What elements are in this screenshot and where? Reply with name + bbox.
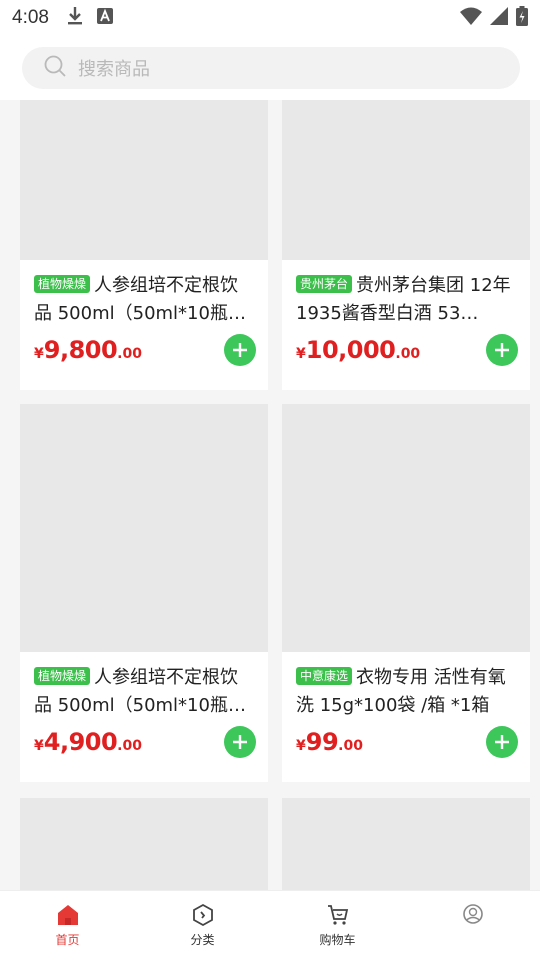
add-to-cart-button[interactable] <box>224 726 256 758</box>
product-tag: 贵州茅台 <box>296 275 353 293</box>
add-to-cart-button[interactable] <box>486 334 518 366</box>
app-screen: 4:08 搜索商品 植物燥燥 人参组培不定根饮品 500ml（50ml*10瓶…… <box>0 0 540 960</box>
nav-label-cart: 购物车 <box>319 933 356 947</box>
plus-icon <box>233 343 247 357</box>
product-price: ¥9,800.00 <box>34 336 142 364</box>
add-to-cart-button[interactable] <box>486 726 518 758</box>
category-icon <box>192 903 213 927</box>
a-notification-icon <box>96 8 113 28</box>
status-bar: 4:08 <box>0 0 540 36</box>
price-currency: ¥ <box>296 346 306 362</box>
plus-icon <box>233 735 247 749</box>
price-decimal: .00 <box>117 738 142 754</box>
search-bar: 搜索商品 <box>0 36 540 100</box>
product-title: 植物燥燥 人参组培不定根饮品 500ml（50ml*10瓶… <box>34 664 254 720</box>
signal-icon <box>490 7 508 29</box>
nav-item-category[interactable]: 分类 <box>135 891 270 960</box>
download-icon <box>67 6 83 30</box>
product-card[interactable]: 植物燥燥 人参组培不定根饮品 500ml（50ml*10瓶… ¥4,900.00 <box>20 404 268 782</box>
product-grid: 植物燥燥 人参组培不定根饮品 500ml（50ml*10瓶… ¥9,800.00 … <box>0 100 540 890</box>
search-placeholder: 搜索商品 <box>78 59 150 80</box>
plus-icon <box>495 343 509 357</box>
product-card[interactable]: 贵州茅台 贵州茅台集团 12年1935酱香型白酒 53… ¥10,000.00 <box>282 100 530 390</box>
add-to-cart-button[interactable] <box>224 334 256 366</box>
search-input[interactable]: 搜索商品 <box>22 47 520 89</box>
product-title: 中意康选 衣物专用 活性有氧洗 15g*100袋 /箱 *1箱 <box>296 664 516 720</box>
price-currency: ¥ <box>296 738 306 754</box>
nav-item-profile[interactable] <box>405 891 540 960</box>
product-price: ¥10,000.00 <box>296 336 420 364</box>
product-image[interactable] <box>282 100 530 260</box>
product-card[interactable]: 植物燥燥 人参组培不定根饮品 500ml（50ml*10瓶… ¥9,800.00 <box>20 100 268 390</box>
bottom-navigation: 首页 分类 购物车 <box>0 890 540 960</box>
price-integer: 10,000 <box>305 336 396 364</box>
profile-icon <box>462 904 483 924</box>
product-tag: 植物燥燥 <box>34 667 91 685</box>
nav-item-home[interactable]: 首页 <box>0 891 135 960</box>
product-card[interactable]: 中意康选 衣物专用 活性有氧洗 15g*100袋 /箱 *1箱 ¥99.00 <box>282 404 530 782</box>
price-decimal: .00 <box>395 346 421 362</box>
product-card[interactable] <box>282 798 530 890</box>
product-tag: 中意康选 <box>296 667 353 685</box>
product-tag: 植物燥燥 <box>34 275 91 293</box>
status-time: 4:08 <box>12 7 49 28</box>
home-icon <box>57 905 78 925</box>
nav-item-cart[interactable]: 购物车 <box>270 891 405 960</box>
price-decimal: .00 <box>338 738 363 754</box>
price-integer: 4,900 <box>43 728 118 756</box>
wifi-icon <box>460 7 482 29</box>
plus-icon <box>495 735 509 749</box>
nav-label-category: 分类 <box>190 933 215 947</box>
product-price: ¥4,900.00 <box>34 728 142 756</box>
battery-icon <box>516 6 528 30</box>
price-currency: ¥ <box>34 738 44 754</box>
product-card[interactable] <box>20 798 268 890</box>
product-image[interactable] <box>282 404 530 652</box>
product-title: 植物燥燥 人参组培不定根饮品 500ml（50ml*10瓶… <box>34 272 254 328</box>
product-image[interactable] <box>20 100 268 260</box>
price-decimal: .00 <box>117 346 142 362</box>
product-image[interactable] <box>20 798 268 890</box>
product-price: ¥99.00 <box>296 728 363 756</box>
product-image[interactable] <box>282 798 530 890</box>
nav-label-home: 首页 <box>55 933 80 947</box>
price-integer: 99 <box>305 728 339 756</box>
price-integer: 9,800 <box>43 336 118 364</box>
price-currency: ¥ <box>34 346 44 362</box>
cart-icon <box>327 905 348 925</box>
search-icon <box>44 55 66 81</box>
product-image[interactable] <box>20 404 268 652</box>
product-title: 贵州茅台 贵州茅台集团 12年1935酱香型白酒 53… <box>296 272 516 328</box>
